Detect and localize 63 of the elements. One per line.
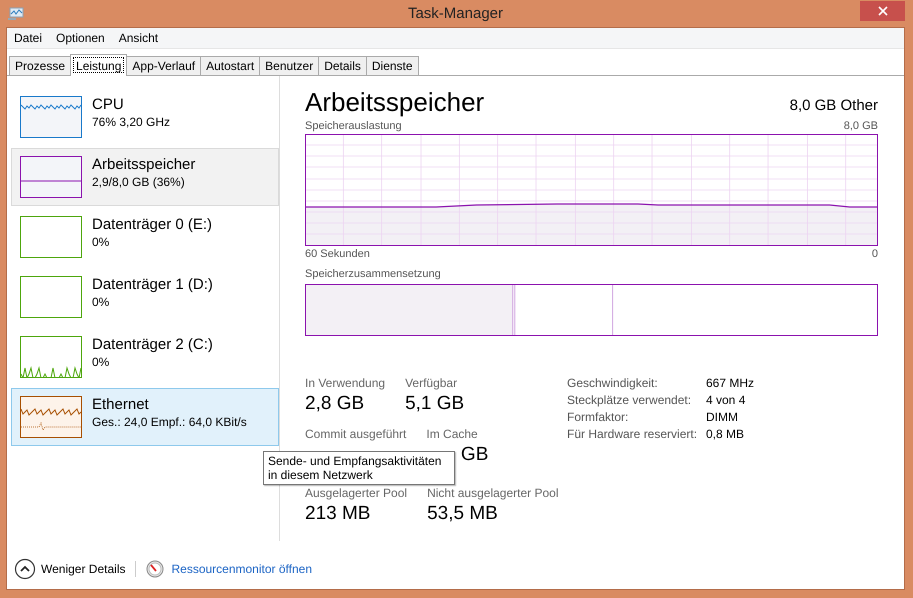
memory-type: 8,0 GB Other bbox=[790, 97, 878, 114]
sidebar-item[interactable]: Datenträger 0 (E:) 0% bbox=[11, 208, 279, 266]
sidebar-item-detail: 0% bbox=[92, 294, 110, 310]
app-icon bbox=[8, 6, 24, 20]
tab[interactable]: Prozesse bbox=[9, 56, 72, 75]
detail-label: Geschwindigkeit: bbox=[567, 376, 659, 390]
tooltip: Sende- und Empfangsaktivitäten in diesem Netzwerk bbox=[263, 451, 455, 485]
sidebar-item-title: Datenträger 1 (D:) bbox=[92, 276, 213, 294]
stat-value: 213 MB bbox=[305, 502, 372, 526]
stat-value: 53,5 MB bbox=[427, 502, 499, 526]
tab[interactable]: Details bbox=[318, 56, 367, 75]
detail-value: 0,8 MB bbox=[706, 427, 746, 441]
sidebar-item[interactable]: Datenträger 2 (C:) 0% bbox=[11, 328, 279, 386]
detail-label: Für Hardware reserviert: bbox=[567, 427, 698, 441]
menu-item[interactable]: Ansicht bbox=[112, 31, 166, 45]
detail-value: 4 von 4 bbox=[706, 393, 746, 407]
tab[interactable]: Benutzer bbox=[259, 56, 320, 75]
graph-max-label: 8,0 GB bbox=[844, 120, 878, 132]
page-title: Arbeitsspeicher bbox=[305, 86, 484, 118]
sidebar-item-detail: 76% 3,20 GHz bbox=[92, 114, 170, 130]
sidebar-item-title: Arbeitsspeicher bbox=[92, 156, 196, 174]
close-button[interactable] bbox=[860, 0, 905, 20]
stat-label: Nicht ausgelagerter Pool bbox=[427, 486, 558, 501]
sidebar-item-detail: 0% bbox=[92, 354, 110, 370]
window-title: Task-Manager bbox=[406, 5, 504, 22]
menu-item[interactable]: Datei bbox=[7, 31, 50, 45]
fewer-details-button[interactable]: Weniger Details bbox=[14, 558, 126, 580]
sidebar-item-detail: 2,9/8,0 GB (36%) bbox=[92, 174, 186, 190]
graph-label: Speicherauslastung bbox=[305, 120, 402, 132]
detail-label: Formfaktor: bbox=[567, 410, 630, 424]
composition-label: Speicherzusammensetzung bbox=[305, 268, 441, 280]
detail-value: 667 MHz bbox=[706, 376, 754, 390]
sidebar-item-title: Datenträger 0 (E:) bbox=[92, 216, 212, 234]
menu-item[interactable]: Optionen bbox=[49, 31, 112, 45]
stat-value: GB bbox=[460, 443, 488, 467]
chevron-up-icon bbox=[14, 558, 36, 580]
gauge-icon bbox=[146, 560, 164, 578]
detail-value: DIMM bbox=[706, 410, 739, 424]
sidebar-item[interactable]: CPU 76% 3,20 GHz bbox=[11, 88, 279, 146]
tab[interactable]: Leistung bbox=[70, 54, 128, 76]
axis-label: 60 Sekunden bbox=[305, 248, 370, 260]
sidebar-item-detail: 0% bbox=[92, 234, 110, 250]
tab[interactable]: Autostart bbox=[200, 56, 260, 75]
sidebar-item[interactable]: Datenträger 1 (D:) 0% bbox=[11, 268, 279, 326]
sidebar-item-detail: Ges.: 24,0 Empf.: 64,0 KBit/s bbox=[92, 414, 247, 430]
stat-label: Commit ausgeführt bbox=[305, 427, 406, 442]
detail-label: Steckplätze verwendet: bbox=[567, 393, 692, 407]
sidebar-item-title: CPU bbox=[92, 96, 125, 114]
axis-label: 0 bbox=[872, 248, 878, 260]
resource-monitor-link[interactable]: Ressourcenmonitor öffnen bbox=[171, 562, 312, 576]
stat-label: Im Cache bbox=[426, 427, 479, 442]
stat-label: In Verwendung bbox=[305, 376, 386, 391]
sidebar-item-title: Ethernet bbox=[92, 396, 150, 414]
tab[interactable]: Dienste bbox=[366, 56, 419, 75]
stat-label: Verfügbar bbox=[405, 376, 458, 391]
stat-value: 5,1 GB bbox=[405, 392, 464, 416]
tab[interactable]: App-Verlauf bbox=[126, 56, 202, 75]
sidebar-item[interactable]: Arbeitsspeicher 2,9/8,0 GB (36%) bbox=[11, 148, 279, 206]
sidebar-item[interactable]: Ethernet Ges.: 24,0 Empf.: 64,0 KBit/s bbox=[11, 388, 279, 446]
stat-label: Ausgelagerter Pool bbox=[305, 486, 408, 501]
sidebar-item-title: Datenträger 2 (C:) bbox=[92, 336, 213, 354]
close-icon bbox=[878, 6, 888, 16]
stat-value: 2,8 GB bbox=[305, 392, 366, 416]
